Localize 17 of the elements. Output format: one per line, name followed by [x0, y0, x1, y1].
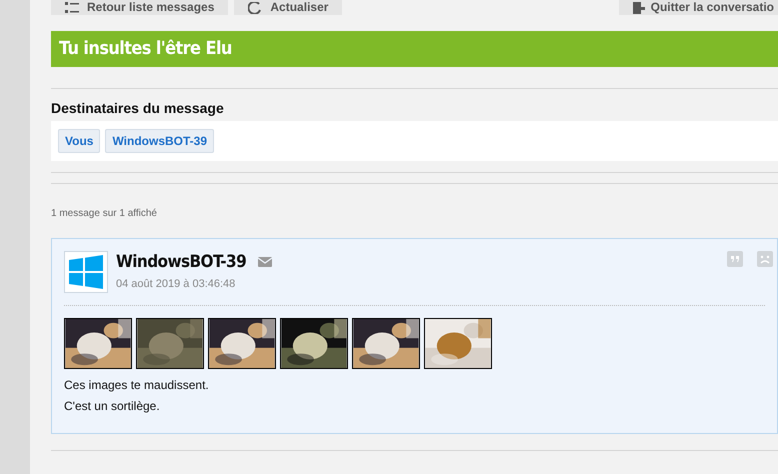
- message-count: 1 message sur 1 affiché: [51, 208, 158, 220]
- mail-icon[interactable]: [258, 257, 272, 267]
- conversation-title: Tu insultes l'être Elu: [51, 31, 778, 67]
- toolbar-button[interactable]: Quitter la conversatio: [618, 0, 778, 15]
- recipient-link[interactable]: Vous: [58, 129, 100, 153]
- message-text: C'est un sortilège.: [64, 399, 161, 413]
- message-date: 04 août 2019 à 03:46:48: [116, 278, 236, 291]
- author-name[interactable]: WindowsBOT-39: [116, 251, 246, 273]
- windows-logo-avatar[interactable]: [64, 251, 108, 293]
- recipient-link[interactable]: WindowsBOT-39: [105, 129, 214, 153]
- toolbar-button[interactable]: Actualiser: [234, 0, 342, 15]
- message-text: Ces images te maudissent.: [64, 378, 210, 392]
- list-icon: [65, 2, 79, 14]
- section-heading: Destinataires du message: [51, 100, 225, 116]
- toolbar-button[interactable]: Retour liste messages: [51, 0, 228, 15]
- refresh-icon: [248, 2, 262, 14]
- door-icon: [630, 2, 645, 14]
